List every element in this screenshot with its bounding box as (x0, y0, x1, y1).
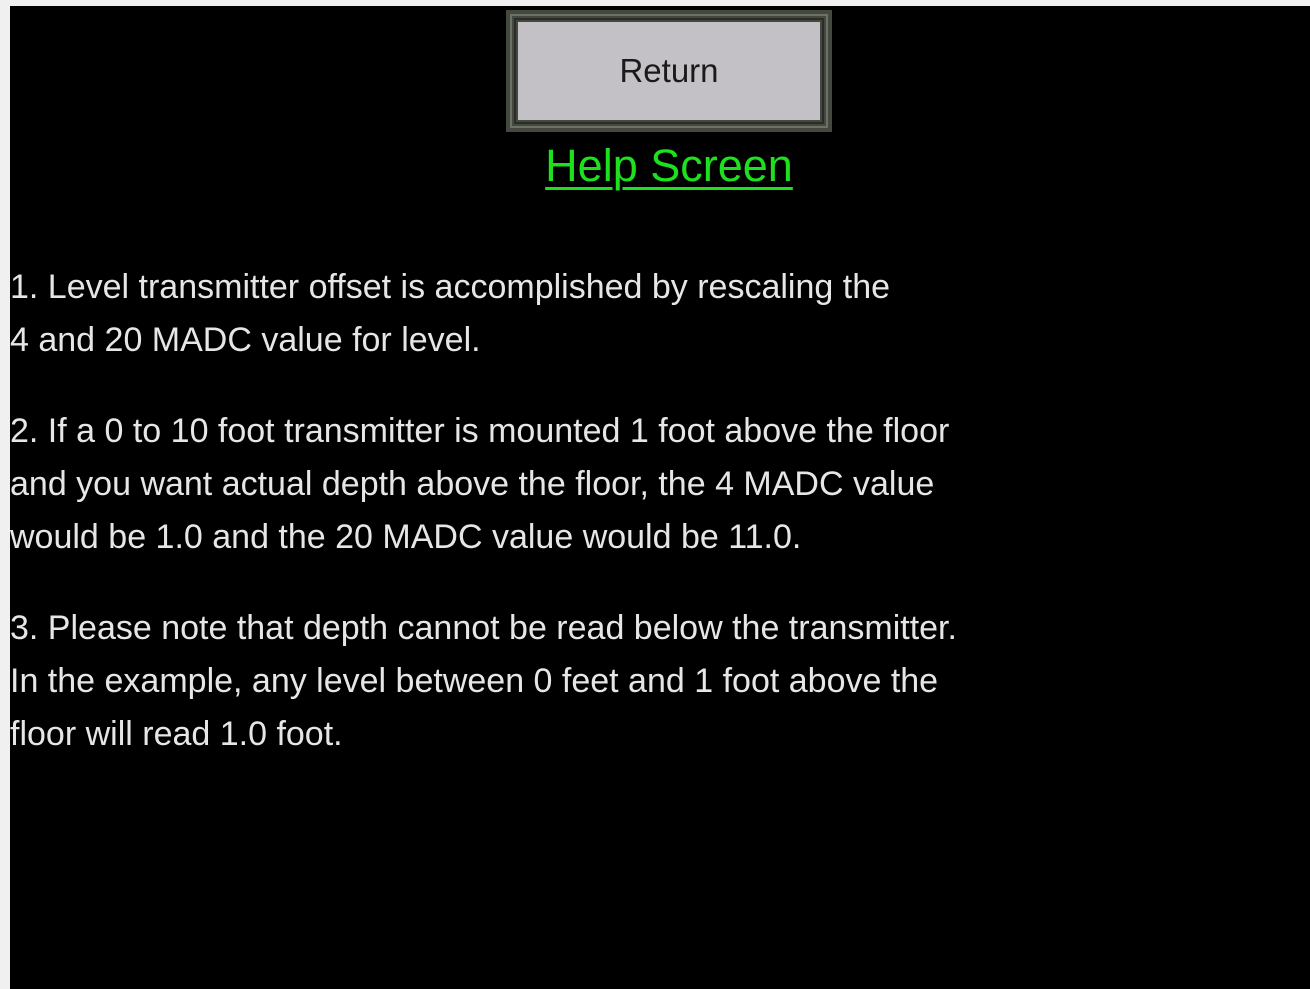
help-paragraph-3: 3. Please note that depth cannot be read… (10, 609, 957, 753)
help-screen-panel: Return Help Screen 1. Level transmitter … (10, 6, 1310, 989)
help-paragraph-1: 1. Level transmitter offset is accomplis… (10, 268, 891, 359)
return-button[interactable]: Return (506, 10, 832, 132)
help-paragraph-2: 2. If a 0 to 10 foot transmitter is moun… (10, 412, 950, 556)
page-title: Help Screen (545, 140, 793, 191)
